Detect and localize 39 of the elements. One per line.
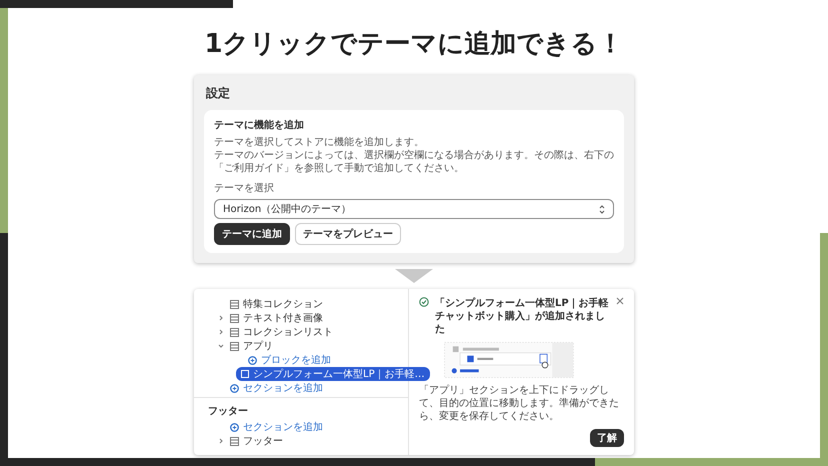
check-circle-icon: [419, 297, 429, 307]
ok-button[interactable]: 了解: [590, 429, 624, 447]
section-icon: [230, 314, 239, 322]
description-text: テーマを選択してストアに機能を追加します。: [214, 136, 425, 149]
section-icon: [230, 342, 239, 350]
preview-button[interactable]: テーマをプレビュー: [295, 223, 401, 245]
add-button[interactable]: テーマに追加: [214, 223, 290, 245]
select-arrows-icon: [599, 204, 605, 214]
add-link[interactable]: セクションを追加: [243, 420, 323, 434]
add-link[interactable]: ブロックを追加: [261, 353, 331, 367]
chevron-right-icon[interactable]: [218, 438, 224, 444]
section-icon: [230, 300, 239, 308]
plus-circle-icon: [230, 422, 239, 432]
popover-text: 「アプリ」セクションを上下にドラッグして、目的の位置に移動します。準備ができたら、変更を保存してください。: [419, 384, 620, 423]
chevron-down-icon[interactable]: [218, 343, 224, 349]
panel-title: 設定: [206, 85, 231, 102]
block-item[interactable]: シンプルフォーム一体型LP｜お手軽…: [236, 367, 430, 381]
close-icon[interactable]: [616, 297, 624, 305]
chevron-right-icon[interactable]: [218, 315, 224, 321]
select-label: テーマを選択: [214, 182, 275, 195]
tree-item[interactable]: コレクションリスト: [243, 325, 333, 339]
tree-item[interactable]: 特集コレクション: [243, 297, 323, 311]
card-title: テーマに機能を追加: [214, 118, 305, 132]
page-heading: 1クリックでテーマに追加できる！: [204, 28, 624, 61]
tree-item[interactable]: アプリ: [243, 339, 273, 353]
add-link[interactable]: セクションを追加: [243, 381, 323, 395]
group-heading: フッター: [208, 405, 249, 418]
chevron-right-icon[interactable]: [218, 329, 224, 335]
plus-circle-icon: [248, 356, 257, 364]
down-arrow-icon: [395, 269, 433, 283]
tree-item[interactable]: テキスト付き画像: [243, 311, 323, 325]
plus-circle-icon: [230, 384, 239, 392]
block-icon: [241, 370, 249, 378]
section-icon: [230, 436, 239, 446]
theme-select[interactable]: Horizon（公開中のテーマ）: [214, 199, 614, 219]
popover-title: 「シンプルフォーム一体型LP｜お手軽チャットボット購入」が追加されました: [435, 297, 610, 336]
section-icon: [230, 328, 239, 336]
tree-item[interactable]: フッター: [243, 434, 283, 448]
description-text: テーマのバージョンによっては、選択欄が空欄になる場合があります。その際は、右下の「ご利用ガイド」を参照して手動で追加してください。: [214, 149, 614, 175]
